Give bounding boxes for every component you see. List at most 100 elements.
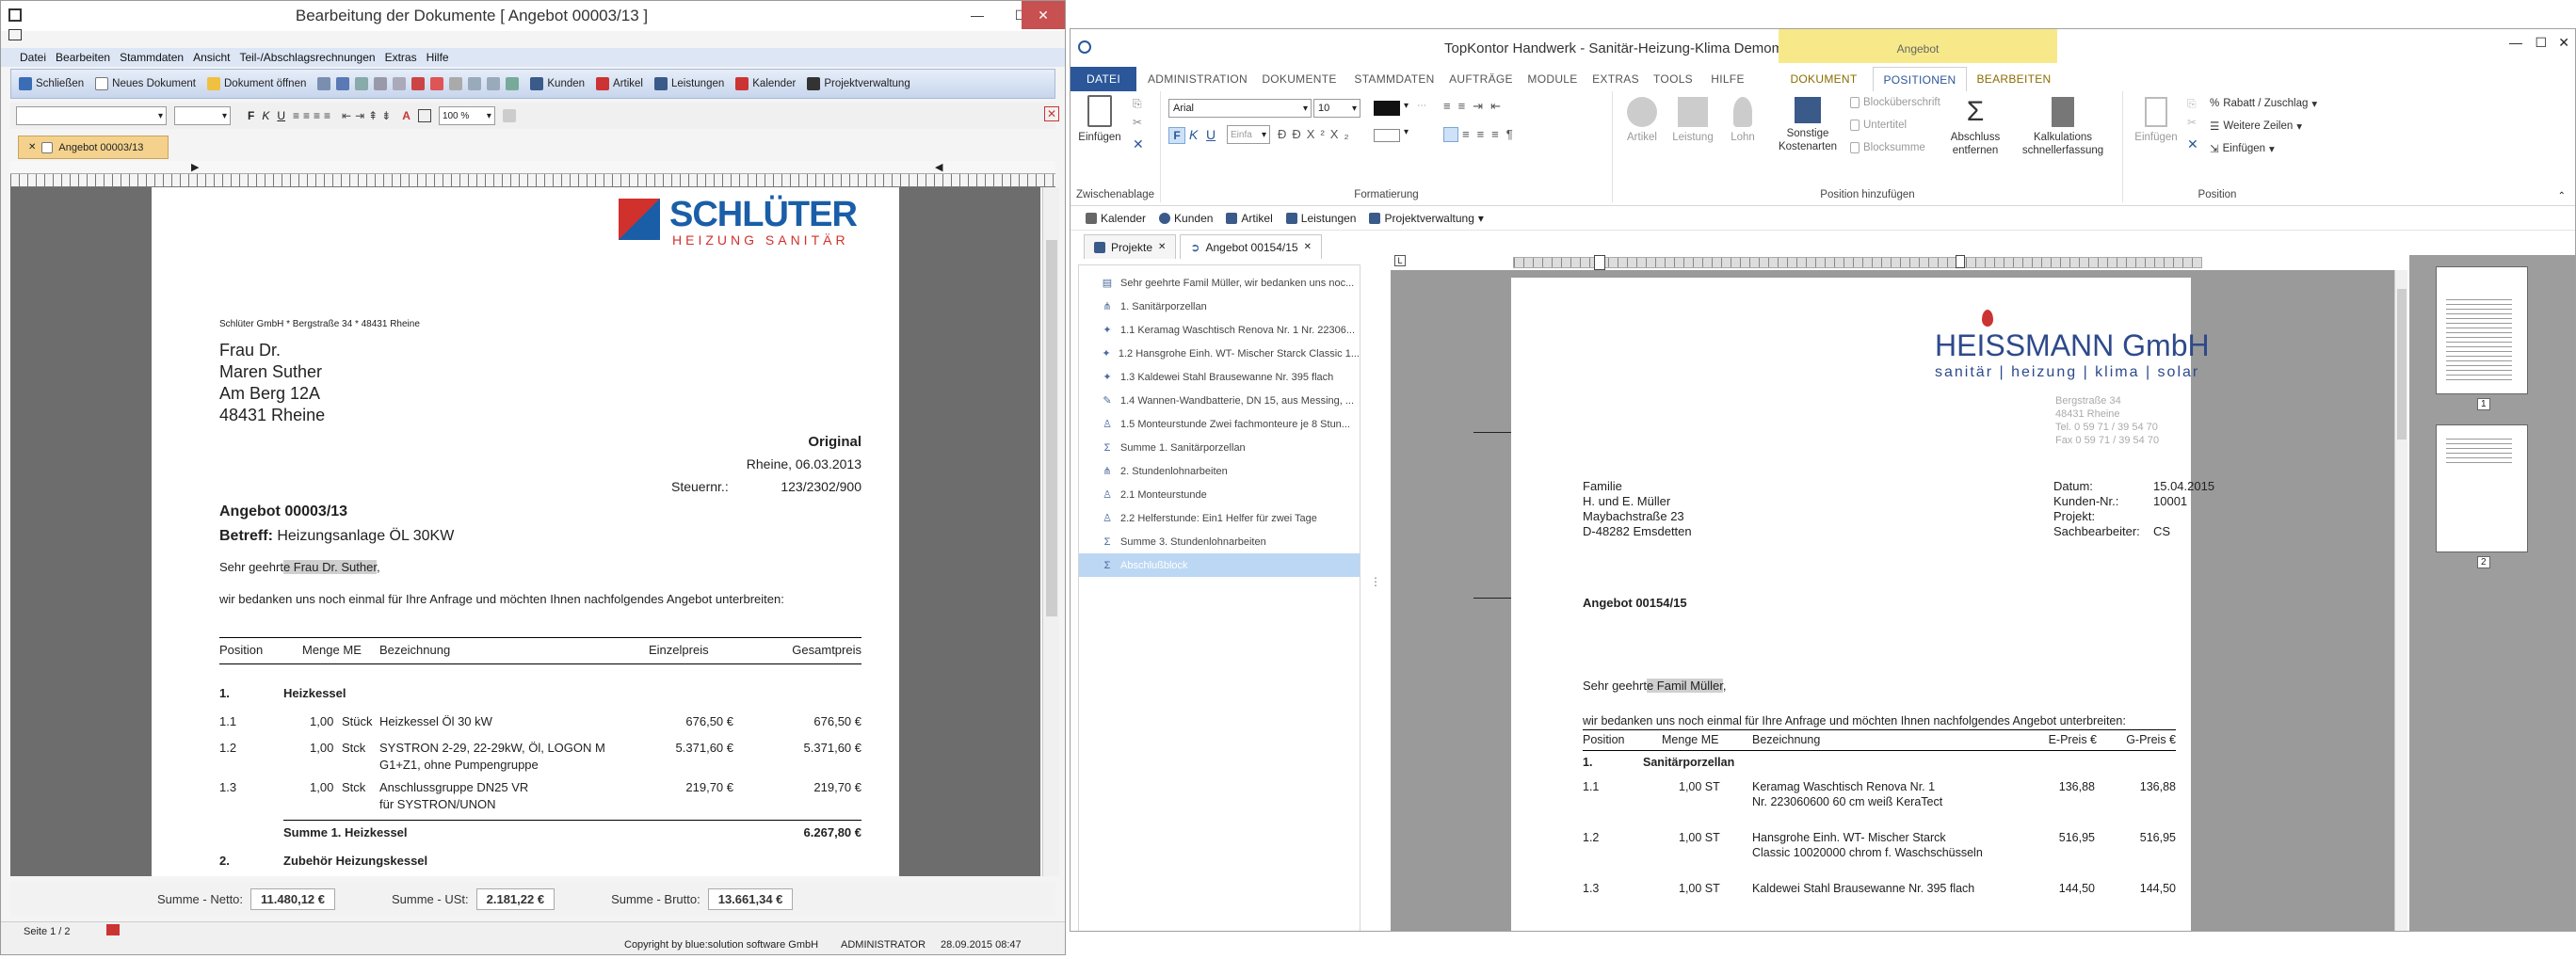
copy-icon[interactable]: ⎘ <box>2187 97 2197 111</box>
thumbnail-page[interactable] <box>2436 424 2528 552</box>
font-size-combo[interactable]: 10 ▾ <box>1313 99 1360 118</box>
bold-button[interactable]: F <box>248 109 254 122</box>
menu-datei[interactable]: Datei <box>20 51 46 64</box>
save-icon[interactable] <box>336 77 350 90</box>
tab-module[interactable]: MODULE <box>1522 67 1583 91</box>
delete-icon[interactable] <box>411 77 426 90</box>
tree-item[interactable]: Σ Summe 1. Sanitärporzellan <box>1079 436 1360 459</box>
copy-icon[interactable]: ⎘ <box>1133 97 1142 111</box>
minimize-button[interactable]: — <box>2509 35 2522 50</box>
cut-icon[interactable] <box>355 77 369 90</box>
maximize-button[interactable]: ☐ <box>2535 35 2547 51</box>
tree-item[interactable]: ▤ Sehr geehrte Famil Müller, wir bedanken… <box>1079 271 1360 295</box>
paste-icon[interactable] <box>393 77 407 90</box>
tab-administration[interactable]: ADMINISTRATION <box>1144 67 1251 91</box>
bold-button[interactable]: F <box>1168 127 1185 144</box>
tab-angebot[interactable]: ➲ Angebot 00154/15 ✕ <box>1180 234 1322 259</box>
services-button[interactable]: Leistungen <box>653 77 724 90</box>
new-doc-button[interactable]: Neues Dokument <box>95 77 196 90</box>
articles-button[interactable]: Artikel <box>596 77 643 90</box>
other-costs-button[interactable]: Sonstige Kostenarten <box>1769 97 1846 153</box>
italic-button[interactable]: K <box>262 109 269 122</box>
tab-projekte[interactable]: Projekte ✕ <box>1084 234 1177 259</box>
tab-bearbeiten[interactable]: BEARBEITEN <box>1971 67 2057 91</box>
copy-icon[interactable] <box>374 77 388 90</box>
size-combo[interactable]: ▾ <box>174 106 231 125</box>
tree-item[interactable]: ⋔ 1. Sanitärporzellan <box>1079 295 1360 318</box>
block-sum-button[interactable]: Blocksumme <box>1850 142 1925 153</box>
qb-calendar-button[interactable]: Kalender <box>1086 212 1146 225</box>
tree-item[interactable]: ✦ 1.1 Keramag Waschtisch Renova Nr. 1 Nr.… <box>1079 318 1360 342</box>
more-format-icon[interactable]: ⋯ <box>1417 101 1426 111</box>
tree-item-selected[interactable]: Σ Abschlußblock <box>1079 553 1360 577</box>
menu-extras[interactable]: Extras <box>385 51 417 64</box>
find-icon[interactable] <box>449 77 463 90</box>
discount-button[interactable]: % Rabatt / Zuschlag ▾ <box>2210 97 2317 110</box>
tab-close-icon[interactable]: ✕ <box>1304 242 1312 252</box>
wage-button[interactable]: Lohn <box>1722 97 1763 144</box>
undo-icon[interactable] <box>468 77 482 90</box>
style-combo[interactable]: Einfa ▾ <box>1227 125 1270 144</box>
tab-positionen[interactable]: POSITIONEN <box>1873 67 1967 91</box>
font-color-dropdown-icon[interactable]: ▾ <box>1404 101 1409 111</box>
doc-tab-close-icon[interactable]: ✕ <box>28 142 36 152</box>
tab-extras[interactable]: EXTRAS <box>1588 67 1643 91</box>
tab-dokumente[interactable]: DOKUMENTE <box>1257 67 1342 91</box>
refresh-icon[interactable] <box>506 77 520 90</box>
remove-closing-button[interactable]: Σ Abschluss entfernen <box>1944 97 2006 157</box>
tree-item[interactable]: ⋔ 2. Stundenlohnarbeiten <box>1079 459 1360 483</box>
projects-button[interactable]: Projektverwaltung <box>807 77 910 90</box>
zoom-combo[interactable]: 100 % ▾ <box>438 106 495 125</box>
underline-button[interactable]: U <box>1206 127 1216 142</box>
left-indent-marker[interactable]: ▶ <box>191 161 199 173</box>
border-button[interactable] <box>417 109 431 122</box>
right-indent-marker[interactable]: ◀ <box>935 161 942 173</box>
doc-tab[interactable]: ✕ Angebot 00003/13 <box>18 136 169 159</box>
qb-projects-button[interactable]: Projektverwaltung ▾ <box>1369 212 1484 225</box>
tab-stop-selector[interactable]: L <box>1394 255 1406 266</box>
calendar-button[interactable]: Kalender <box>735 77 796 90</box>
subtitle-button[interactable]: Untertitel <box>1850 120 1907 131</box>
font-family-combo[interactable]: Arial ▾ <box>1168 99 1312 118</box>
tab-auftraege[interactable]: AUFTRÄGE <box>1445 67 1517 91</box>
tree-item[interactable]: ♙ 2.1 Monteurstunde <box>1079 483 1360 506</box>
thumbnail-page[interactable] <box>2436 266 2528 394</box>
text-effects[interactable]: ÐÐX²X₂ <box>1278 127 1355 141</box>
font-combo[interactable]: ▾ <box>16 106 167 125</box>
redo-icon[interactable] <box>487 77 501 90</box>
view-icon[interactable] <box>502 109 516 122</box>
qb-services-button[interactable]: Leistungen <box>1285 212 1356 225</box>
font-color-swatch[interactable] <box>1374 101 1400 116</box>
print-icon[interactable] <box>317 77 331 90</box>
scroll-thumb[interactable] <box>1046 240 1057 616</box>
menu-stammdaten[interactable]: Stammdaten <box>120 51 184 64</box>
customers-button[interactable]: Kunden <box>530 77 585 90</box>
insert-button[interactable]: ⇲ Einfügen ▾ <box>2210 142 2275 155</box>
underline-button[interactable]: U <box>277 109 285 122</box>
quick-calc-button[interactable]: Kalkulations schnellerfassung <box>2016 97 2110 157</box>
cut-icon[interactable]: ✂ <box>2187 116 2197 129</box>
tree-item[interactable]: ✦ 1.3 Kaldewei Stahl Brausewanne Nr. 395 … <box>1079 365 1360 389</box>
service-button[interactable]: Leistung <box>1667 97 1718 144</box>
close-doc-button[interactable]: Schließen <box>19 77 84 90</box>
font-color-button[interactable]: A <box>402 109 411 122</box>
tree-item[interactable]: Σ Summe 3. Stundenlohnarbeiten <box>1079 530 1360 553</box>
article-button[interactable]: Artikel <box>1618 97 1666 144</box>
indent-buttons[interactable]: ⇤⇥⇞⇟ <box>342 109 394 122</box>
menu-teilrechnungen[interactable]: Teil-/Abschlagsrechnungen <box>239 51 375 64</box>
align-buttons[interactable]: ≡≡≡¶ <box>1462 127 1521 141</box>
qb-customers-button[interactable]: Kunden <box>1159 212 1213 225</box>
tab-hilfe[interactable]: HILFE <box>1701 67 1754 91</box>
tab-marker[interactable] <box>1956 255 1965 268</box>
splitter-handle[interactable]: ⋮ <box>1370 575 1381 588</box>
vertical-scrollbar[interactable] <box>1042 187 1059 876</box>
close-button[interactable]: ✕ <box>1022 1 1065 29</box>
menu-hilfe[interactable]: Hilfe <box>427 51 449 64</box>
menu-ansicht[interactable]: Ansicht <box>193 51 230 64</box>
highlight-dropdown-icon[interactable]: ▾ <box>1404 127 1409 137</box>
delete-icon[interactable]: ✕ <box>2187 136 2198 152</box>
highlight-swatch[interactable] <box>1374 129 1400 142</box>
tab-tools[interactable]: TOOLS <box>1647 67 1699 91</box>
indent-buttons[interactable]: ≡≡⇥⇤ <box>1443 99 1508 114</box>
scroll-thumb[interactable] <box>2397 289 2407 440</box>
